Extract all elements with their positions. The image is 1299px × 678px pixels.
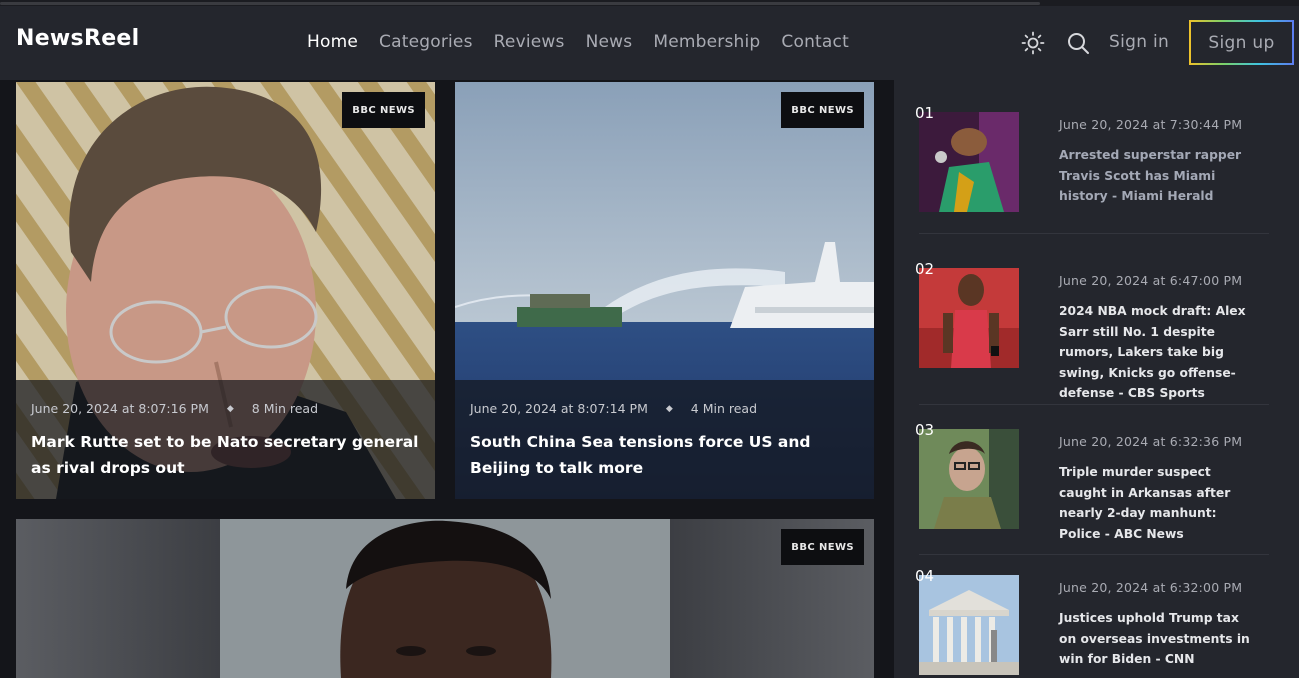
divider [919,404,1269,405]
item-number: 03 [915,421,935,439]
divider [919,554,1269,555]
item-number: 01 [915,104,935,122]
article-date: June 20, 2024 at 8:07:14 PM [470,401,648,416]
source-badge[interactable]: BBC NEWS [781,529,864,565]
nav-news[interactable]: News [586,32,633,52]
diamond-separator-icon: ◆ [665,403,673,414]
site-logo[interactable]: NewsReel [16,26,139,51]
nav-membership[interactable]: Membership [653,32,760,52]
article-meta: June 20, 2024 at 8:07:16 PM ◆ 8 Min read [31,401,420,416]
diamond-separator-icon: ◆ [226,403,234,414]
item-number: 02 [915,260,935,278]
featured-card[interactable]: BBC NEWS June 20, 2024 at 8:07:16 PM ◆ 8… [16,82,435,499]
item-title[interactable]: Justices uphold Trump tax on overseas in… [1059,608,1259,670]
item-title[interactable]: 2024 NBA mock draft: Alex Sarr still No.… [1059,301,1259,404]
article-date: June 20, 2024 at 8:07:16 PM [31,401,209,416]
article-image [16,519,874,678]
divider [919,233,1269,234]
item-date: June 20, 2024 at 7:30:44 PM [1059,117,1243,132]
featured-card[interactable]: BBC NEWS June 20, 2024 at 8:07:14 PM ◆ 4… [455,82,874,499]
card-overlay: June 20, 2024 at 8:07:14 PM ◆ 4 Min read… [455,380,874,499]
site-header: NewsReel Home Categories Reviews News Me… [0,6,1299,80]
sign-up-button[interactable]: Sign up [1189,20,1294,65]
item-title[interactable]: Triple murder suspect caught in Arkansas… [1059,462,1259,544]
item-number: 04 [915,567,935,585]
read-time: 8 Min read [251,401,319,416]
featured-card[interactable]: BBC NEWS [16,519,874,678]
sign-in-link[interactable]: Sign in [1109,32,1169,52]
item-thumbnail [919,268,1019,368]
article-title[interactable]: Mark Rutte set to be Nato secretary gene… [31,429,420,481]
read-time: 4 Min read [690,401,758,416]
article-meta: June 20, 2024 at 8:07:14 PM ◆ 4 Min read [470,401,859,416]
item-thumbnail [919,112,1019,212]
item-thumbnail [919,429,1019,529]
item-title[interactable]: Arrested superstar rapper Travis Scott h… [1059,145,1259,207]
nav-home[interactable]: Home [307,32,358,52]
sun-icon[interactable] [1021,31,1045,55]
nav-reviews[interactable]: Reviews [494,32,565,52]
article-title[interactable]: South China Sea tensions force US and Be… [470,429,859,481]
nav-categories[interactable]: Categories [379,32,473,52]
main-nav: Home Categories Reviews News Membership … [307,32,870,52]
search-icon[interactable] [1066,31,1090,55]
sign-up-label: Sign up [1191,22,1292,63]
item-thumbnail [919,575,1019,675]
trending-sidebar: 01 June 20, 2024 at 7:30:44 PM Arrested … [894,80,1299,678]
item-date: June 20, 2024 at 6:32:00 PM [1059,580,1243,595]
item-date: June 20, 2024 at 6:47:00 PM [1059,273,1243,288]
card-overlay: June 20, 2024 at 8:07:16 PM ◆ 8 Min read… [16,380,435,499]
nav-contact[interactable]: Contact [781,32,849,52]
source-badge[interactable]: BBC NEWS [342,92,425,128]
item-date: June 20, 2024 at 6:32:36 PM [1059,434,1243,449]
source-badge[interactable]: BBC NEWS [781,92,864,128]
